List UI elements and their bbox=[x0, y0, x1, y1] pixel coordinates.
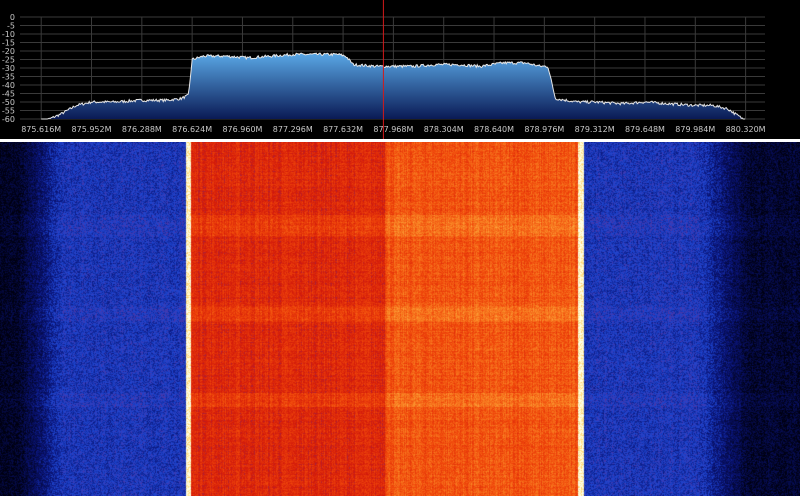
x-tick-label: 876.960M bbox=[222, 125, 262, 134]
x-tick-label: 879.984M bbox=[675, 125, 715, 134]
x-axis: 875.616M 875.952M 876.288M 876.624M 876.960M… bbox=[21, 125, 765, 134]
x-tick-label: 878.976M bbox=[524, 125, 564, 134]
y-tick-label: -60 bbox=[2, 115, 15, 124]
x-tick-label: 878.640M bbox=[474, 125, 514, 134]
spectrum-display[interactable]: 0 -5 -10 -15 -20 -25 -30 -35 -40 -45 -50 -55 -60 875… bbox=[0, 0, 800, 139]
x-tick-label: 875.952M bbox=[72, 125, 112, 134]
x-tick-label: 876.288M bbox=[122, 125, 162, 134]
x-tick-label: 877.632M bbox=[323, 125, 363, 134]
waterfall-display[interactable] bbox=[0, 142, 800, 496]
x-tick-label: 879.312M bbox=[575, 125, 615, 134]
x-tick-label: 876.624M bbox=[172, 125, 212, 134]
x-tick-label: 877.296M bbox=[273, 125, 313, 134]
x-tick-label: 875.616M bbox=[21, 125, 61, 134]
x-tick-label: 880.320M bbox=[726, 125, 766, 134]
spectrum-chart: 0-5-10-15-20-25-30-35-40-45-50-55-60 875… bbox=[2, 0, 766, 139]
x-tick-label: 877.968M bbox=[373, 125, 413, 134]
x-tick-label: 878.304M bbox=[424, 125, 464, 134]
x-tick-label: 879.648M bbox=[625, 125, 665, 134]
y-axis: 0-5-10-15-20-25-30-35-40-45-50-55-60 bbox=[2, 13, 15, 124]
